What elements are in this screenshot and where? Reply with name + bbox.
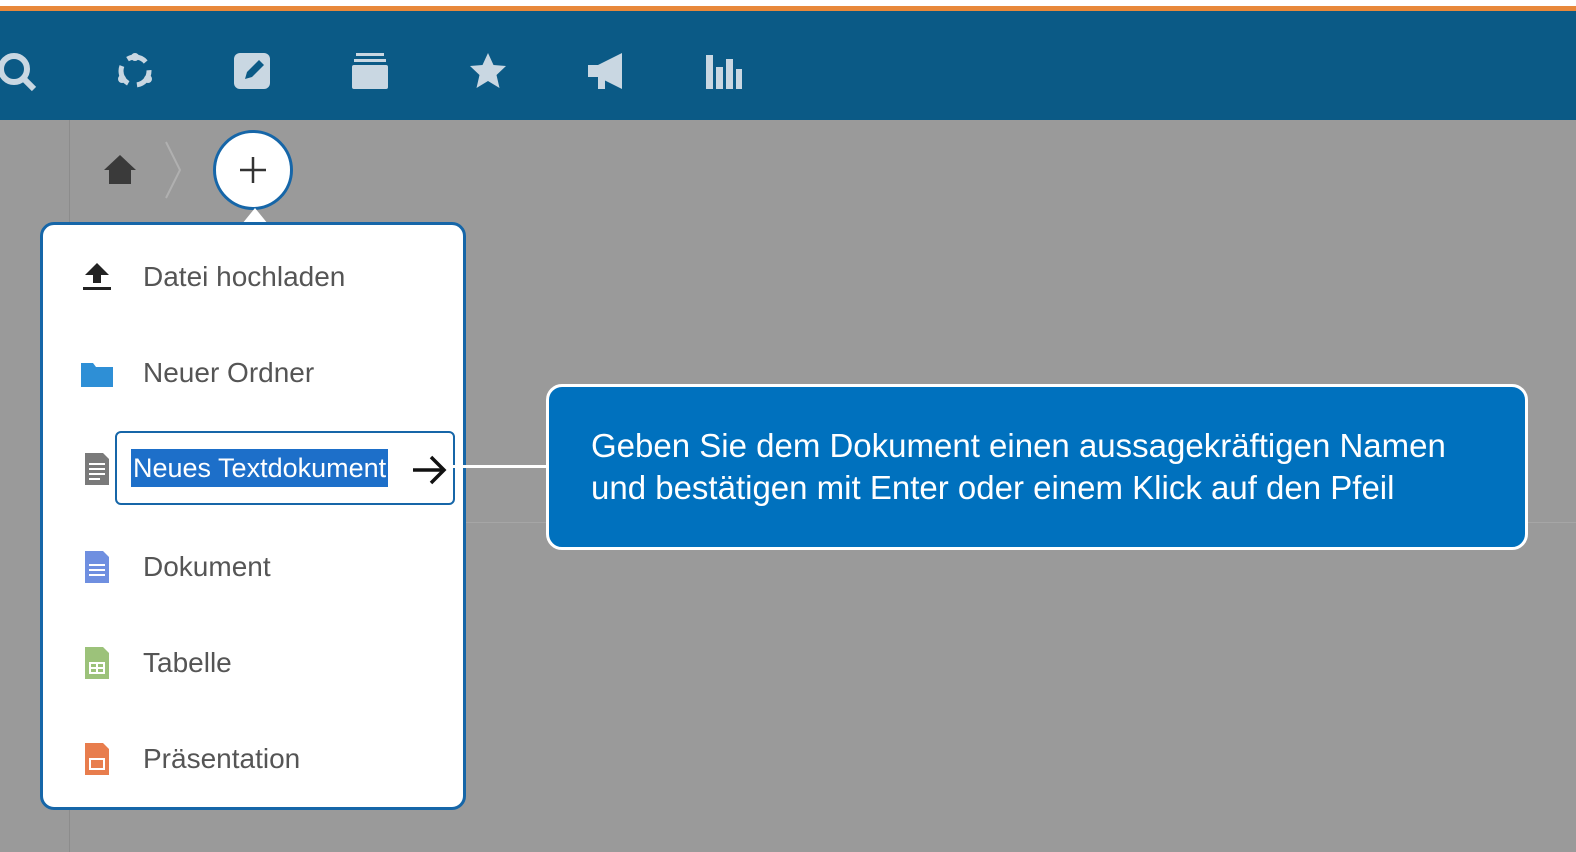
file-name-value[interactable]: Neues Textdokument: [131, 449, 389, 487]
folder-icon: [77, 355, 117, 391]
menu-item-document[interactable]: Dokument: [43, 537, 463, 597]
submit-arrow-icon[interactable]: [409, 450, 449, 490]
menu-item-presentation[interactable]: Präsentation: [43, 729, 463, 789]
instruction-callout: Geben Sie dem Dokument einen aussagekräf…: [546, 384, 1528, 550]
megaphone-icon[interactable]: [584, 49, 628, 93]
menu-item-label: Dokument: [143, 551, 271, 582]
new-file-name-input[interactable]: Neues Textdokument: [115, 431, 455, 505]
sync-icon[interactable]: [113, 49, 157, 93]
spreadsheet-icon: [77, 645, 117, 681]
app-header: [0, 11, 1576, 120]
stack-icon[interactable]: [348, 49, 392, 93]
home-icon[interactable]: [100, 150, 140, 190]
star-icon[interactable]: [466, 49, 510, 93]
add-new-button[interactable]: [213, 130, 293, 210]
search-icon[interactable]: [0, 49, 40, 93]
menu-item-label: Tabelle: [143, 647, 232, 678]
menu-item-label: Präsentation: [143, 743, 301, 774]
callout-line-2: und bestätigen mit Enter oder einem Klic…: [591, 469, 1395, 506]
menu-item-new-folder[interactable]: Neuer Ordner: [43, 343, 463, 403]
upload-icon: [77, 259, 117, 295]
menu-item-spreadsheet[interactable]: Tabelle: [43, 633, 463, 693]
callout-line-1: Geben Sie dem Dokument einen aussagekräf…: [591, 427, 1446, 464]
edit-icon[interactable]: [231, 49, 275, 93]
bar-chart-icon[interactable]: [702, 49, 746, 93]
document-icon: [77, 549, 117, 585]
presentation-icon: [77, 741, 117, 777]
breadcrumb-separator: [160, 138, 184, 202]
menu-item-label: Datei hochladen: [143, 261, 346, 292]
menu-item-upload[interactable]: Datei hochladen: [43, 247, 463, 307]
plus-icon: [240, 157, 266, 183]
new-file-menu: Datei hochladen Neuer Ordner Neues Textd…: [40, 222, 466, 810]
callout-text: Geben Sie dem Dokument einen aussagekräf…: [591, 425, 1511, 509]
text-file-icon: [77, 451, 117, 487]
menu-item-label: Neuer Ordner: [143, 357, 315, 388]
callout-connector: [452, 465, 548, 468]
